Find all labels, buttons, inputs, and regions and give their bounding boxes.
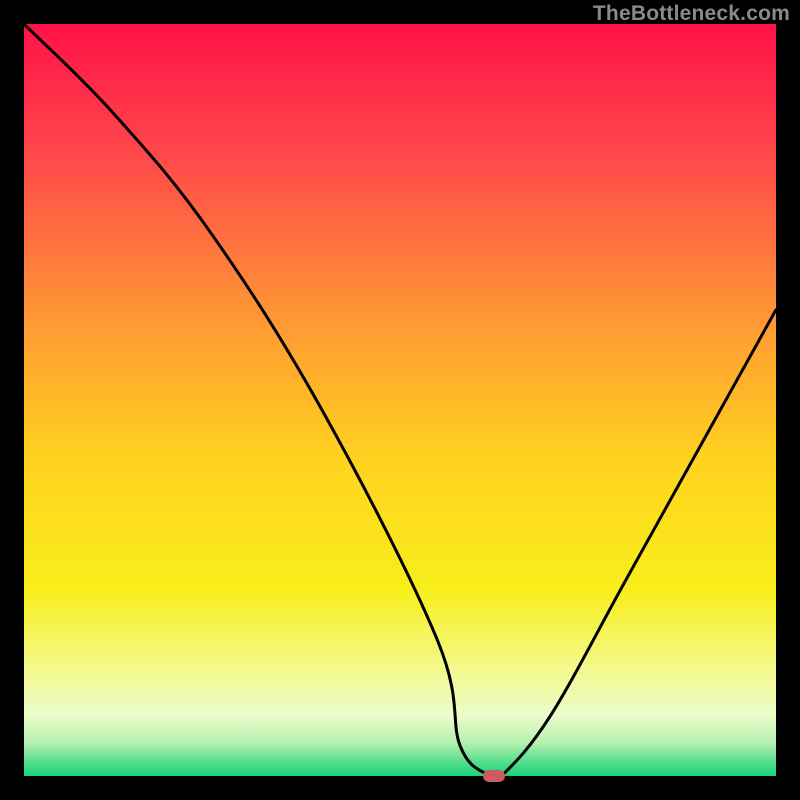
- plot-area: [24, 24, 776, 776]
- optimal-marker: [483, 770, 505, 782]
- chart-svg: [24, 24, 776, 776]
- gradient-background: [24, 24, 776, 776]
- watermark-text: TheBottleneck.com: [593, 2, 790, 26]
- chart-frame: TheBottleneck.com: [0, 0, 800, 800]
